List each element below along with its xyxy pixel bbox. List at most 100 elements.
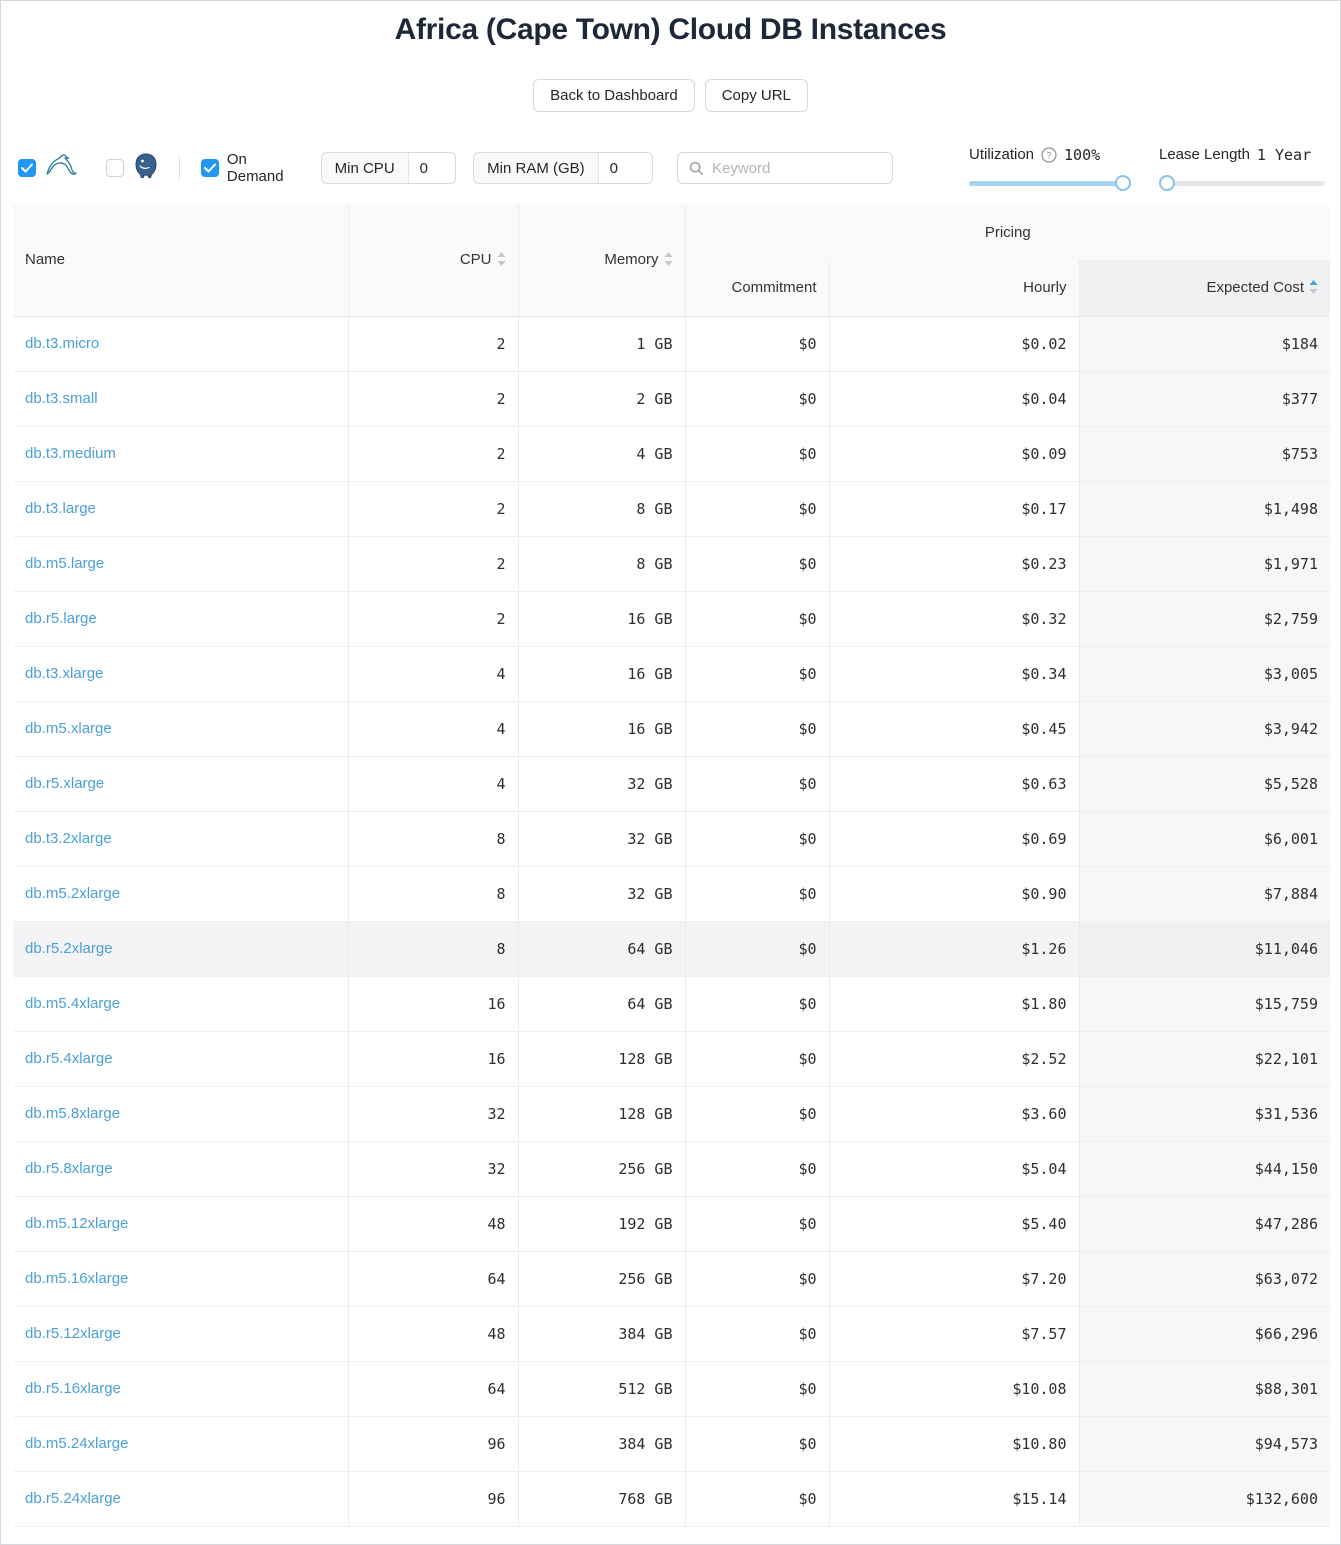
table-row[interactable]: db.r5.large216 GB$0$0.32$2,759 [13, 591, 1330, 646]
utilization-slider[interactable] [969, 175, 1131, 191]
table-row[interactable]: db.m5.8xlarge32128 GB$0$3.60$31,536 [13, 1086, 1330, 1141]
cell-commitment: $0 [685, 1361, 829, 1416]
cell-hourly: $0.90 [829, 866, 1079, 921]
instance-link[interactable]: db.r5.large [25, 610, 97, 627]
copy-url-button[interactable]: Copy URL [705, 79, 808, 112]
instance-link[interactable]: db.m5.8xlarge [25, 1105, 120, 1122]
cell-memory: 32 GB [518, 756, 685, 811]
instance-link[interactable]: db.t3.small [25, 390, 98, 407]
instance-link[interactable]: db.r5.4xlarge [25, 1050, 113, 1067]
cell-name: db.t3.large [13, 481, 348, 536]
min-ram-input[interactable] [599, 153, 653, 183]
cell-expected-cost: $3,005 [1079, 646, 1330, 701]
table-row[interactable]: db.r5.12xlarge48384 GB$0$7.57$66,296 [13, 1306, 1330, 1361]
column-header-name[interactable]: Name [13, 204, 348, 316]
instance-link[interactable]: db.r5.12xlarge [25, 1325, 121, 1342]
cell-hourly: $15.14 [829, 1471, 1079, 1526]
column-header-expected-cost[interactable]: Expected Cost [1079, 260, 1330, 316]
instance-link[interactable]: db.r5.16xlarge [25, 1380, 121, 1397]
utilization-slider-handle[interactable] [1115, 175, 1131, 191]
table-row[interactable]: db.r5.4xlarge16128 GB$0$2.52$22,101 [13, 1031, 1330, 1086]
column-header-memory[interactable]: Memory [518, 204, 685, 316]
instance-link[interactable]: db.m5.large [25, 555, 104, 572]
instance-link[interactable]: db.r5.8xlarge [25, 1160, 113, 1177]
utilization-control: Utilization ? 100% [969, 146, 1131, 191]
table-row[interactable]: db.m5.2xlarge832 GB$0$0.90$7,884 [13, 866, 1330, 921]
min-cpu-input[interactable] [409, 153, 457, 183]
on-demand-checkbox[interactable] [201, 159, 219, 177]
instance-link[interactable]: db.r5.2xlarge [25, 940, 113, 957]
lease-length-slider[interactable] [1159, 175, 1325, 191]
cell-memory: 512 GB [518, 1361, 685, 1416]
postgres-checkbox[interactable] [106, 159, 124, 177]
cell-commitment: $0 [685, 1031, 829, 1086]
table-row[interactable]: db.t3.small22 GB$0$0.04$377 [13, 371, 1330, 426]
cell-memory: 192 GB [518, 1196, 685, 1251]
cell-cpu: 4 [348, 701, 518, 756]
table-row[interactable]: db.m5.large28 GB$0$0.23$1,971 [13, 536, 1330, 591]
cell-memory: 32 GB [518, 866, 685, 921]
cell-expected-cost: $1,971 [1079, 536, 1330, 591]
mysql-checkbox[interactable] [18, 159, 36, 177]
table-row[interactable]: db.m5.4xlarge1664 GB$0$1.80$15,759 [13, 976, 1330, 1031]
page-title: Africa (Cape Town) Cloud DB Instances [1, 13, 1340, 47]
cell-cpu: 64 [348, 1251, 518, 1306]
table-row[interactable]: db.m5.16xlarge64256 GB$0$7.20$63,072 [13, 1251, 1330, 1306]
table-row[interactable]: db.r5.24xlarge96768 GB$0$15.14$132,600 [13, 1471, 1330, 1526]
question-circle-icon[interactable]: ? [1041, 147, 1057, 163]
cell-commitment: $0 [685, 921, 829, 976]
instance-link[interactable]: db.m5.xlarge [25, 720, 112, 737]
column-header-hourly[interactable]: Hourly [829, 260, 1079, 316]
cell-memory: 32 GB [518, 811, 685, 866]
table-row[interactable]: db.t3.micro21 GB$0$0.02$184 [13, 316, 1330, 371]
keyword-input[interactable] [712, 160, 881, 177]
table-row[interactable]: db.r5.8xlarge32256 GB$0$5.04$44,150 [13, 1141, 1330, 1196]
cell-hourly: $0.69 [829, 811, 1079, 866]
mysql-dolphin-icon [44, 153, 80, 184]
cell-name: db.r5.large [13, 591, 348, 646]
table-row[interactable]: db.m5.xlarge416 GB$0$0.45$3,942 [13, 701, 1330, 756]
instance-link[interactable]: db.t3.2xlarge [25, 830, 112, 847]
table-row[interactable]: db.t3.2xlarge832 GB$0$0.69$6,001 [13, 811, 1330, 866]
cell-cpu: 2 [348, 426, 518, 481]
cell-name: db.m5.2xlarge [13, 866, 348, 921]
cell-name: db.m5.large [13, 536, 348, 591]
instance-link[interactable]: db.t3.micro [25, 335, 99, 352]
table-row[interactable]: db.t3.xlarge416 GB$0$0.34$3,005 [13, 646, 1330, 701]
instance-link[interactable]: db.m5.12xlarge [25, 1215, 128, 1232]
cell-hourly: $10.08 [829, 1361, 1079, 1416]
slider-track [1159, 181, 1325, 186]
instance-link[interactable]: db.t3.large [25, 500, 96, 517]
instance-link[interactable]: db.r5.xlarge [25, 775, 104, 792]
lease-length-slider-handle[interactable] [1159, 175, 1175, 191]
instance-link[interactable]: db.m5.16xlarge [25, 1270, 128, 1287]
cell-name: db.t3.micro [13, 316, 348, 371]
cell-memory: 8 GB [518, 536, 685, 591]
cell-name: db.m5.16xlarge [13, 1251, 348, 1306]
cell-cpu: 4 [348, 756, 518, 811]
instance-link[interactable]: db.m5.4xlarge [25, 995, 120, 1012]
table-row[interactable]: db.m5.12xlarge48192 GB$0$5.40$47,286 [13, 1196, 1330, 1251]
cell-cpu: 16 [348, 1031, 518, 1086]
table-row[interactable]: db.t3.large28 GB$0$0.17$1,498 [13, 481, 1330, 536]
table-row[interactable]: db.t3.medium24 GB$0$0.09$753 [13, 426, 1330, 481]
instance-link[interactable]: db.t3.medium [25, 445, 116, 462]
table-row[interactable]: db.r5.xlarge432 GB$0$0.63$5,528 [13, 756, 1330, 811]
cell-expected-cost: $377 [1079, 371, 1330, 426]
cell-commitment: $0 [685, 756, 829, 811]
cell-expected-cost: $94,573 [1079, 1416, 1330, 1471]
instance-link[interactable]: db.m5.2xlarge [25, 885, 120, 902]
table-row[interactable]: db.m5.24xlarge96384 GB$0$10.80$94,573 [13, 1416, 1330, 1471]
column-header-cpu[interactable]: CPU [348, 204, 518, 316]
table-row[interactable]: db.r5.16xlarge64512 GB$0$10.08$88,301 [13, 1361, 1330, 1416]
instance-link[interactable]: db.m5.24xlarge [25, 1435, 128, 1452]
column-header-commitment[interactable]: Commitment [685, 260, 829, 316]
cell-commitment: $0 [685, 591, 829, 646]
instance-link[interactable]: db.r5.24xlarge [25, 1490, 121, 1507]
instance-link[interactable]: db.t3.xlarge [25, 665, 103, 682]
table-row[interactable]: db.r5.2xlarge864 GB$0$1.26$11,046 [13, 921, 1330, 976]
cell-hourly: $0.32 [829, 591, 1079, 646]
cell-memory: 4 GB [518, 426, 685, 481]
back-to-dashboard-button[interactable]: Back to Dashboard [533, 79, 695, 112]
cell-name: db.r5.24xlarge [13, 1471, 348, 1526]
